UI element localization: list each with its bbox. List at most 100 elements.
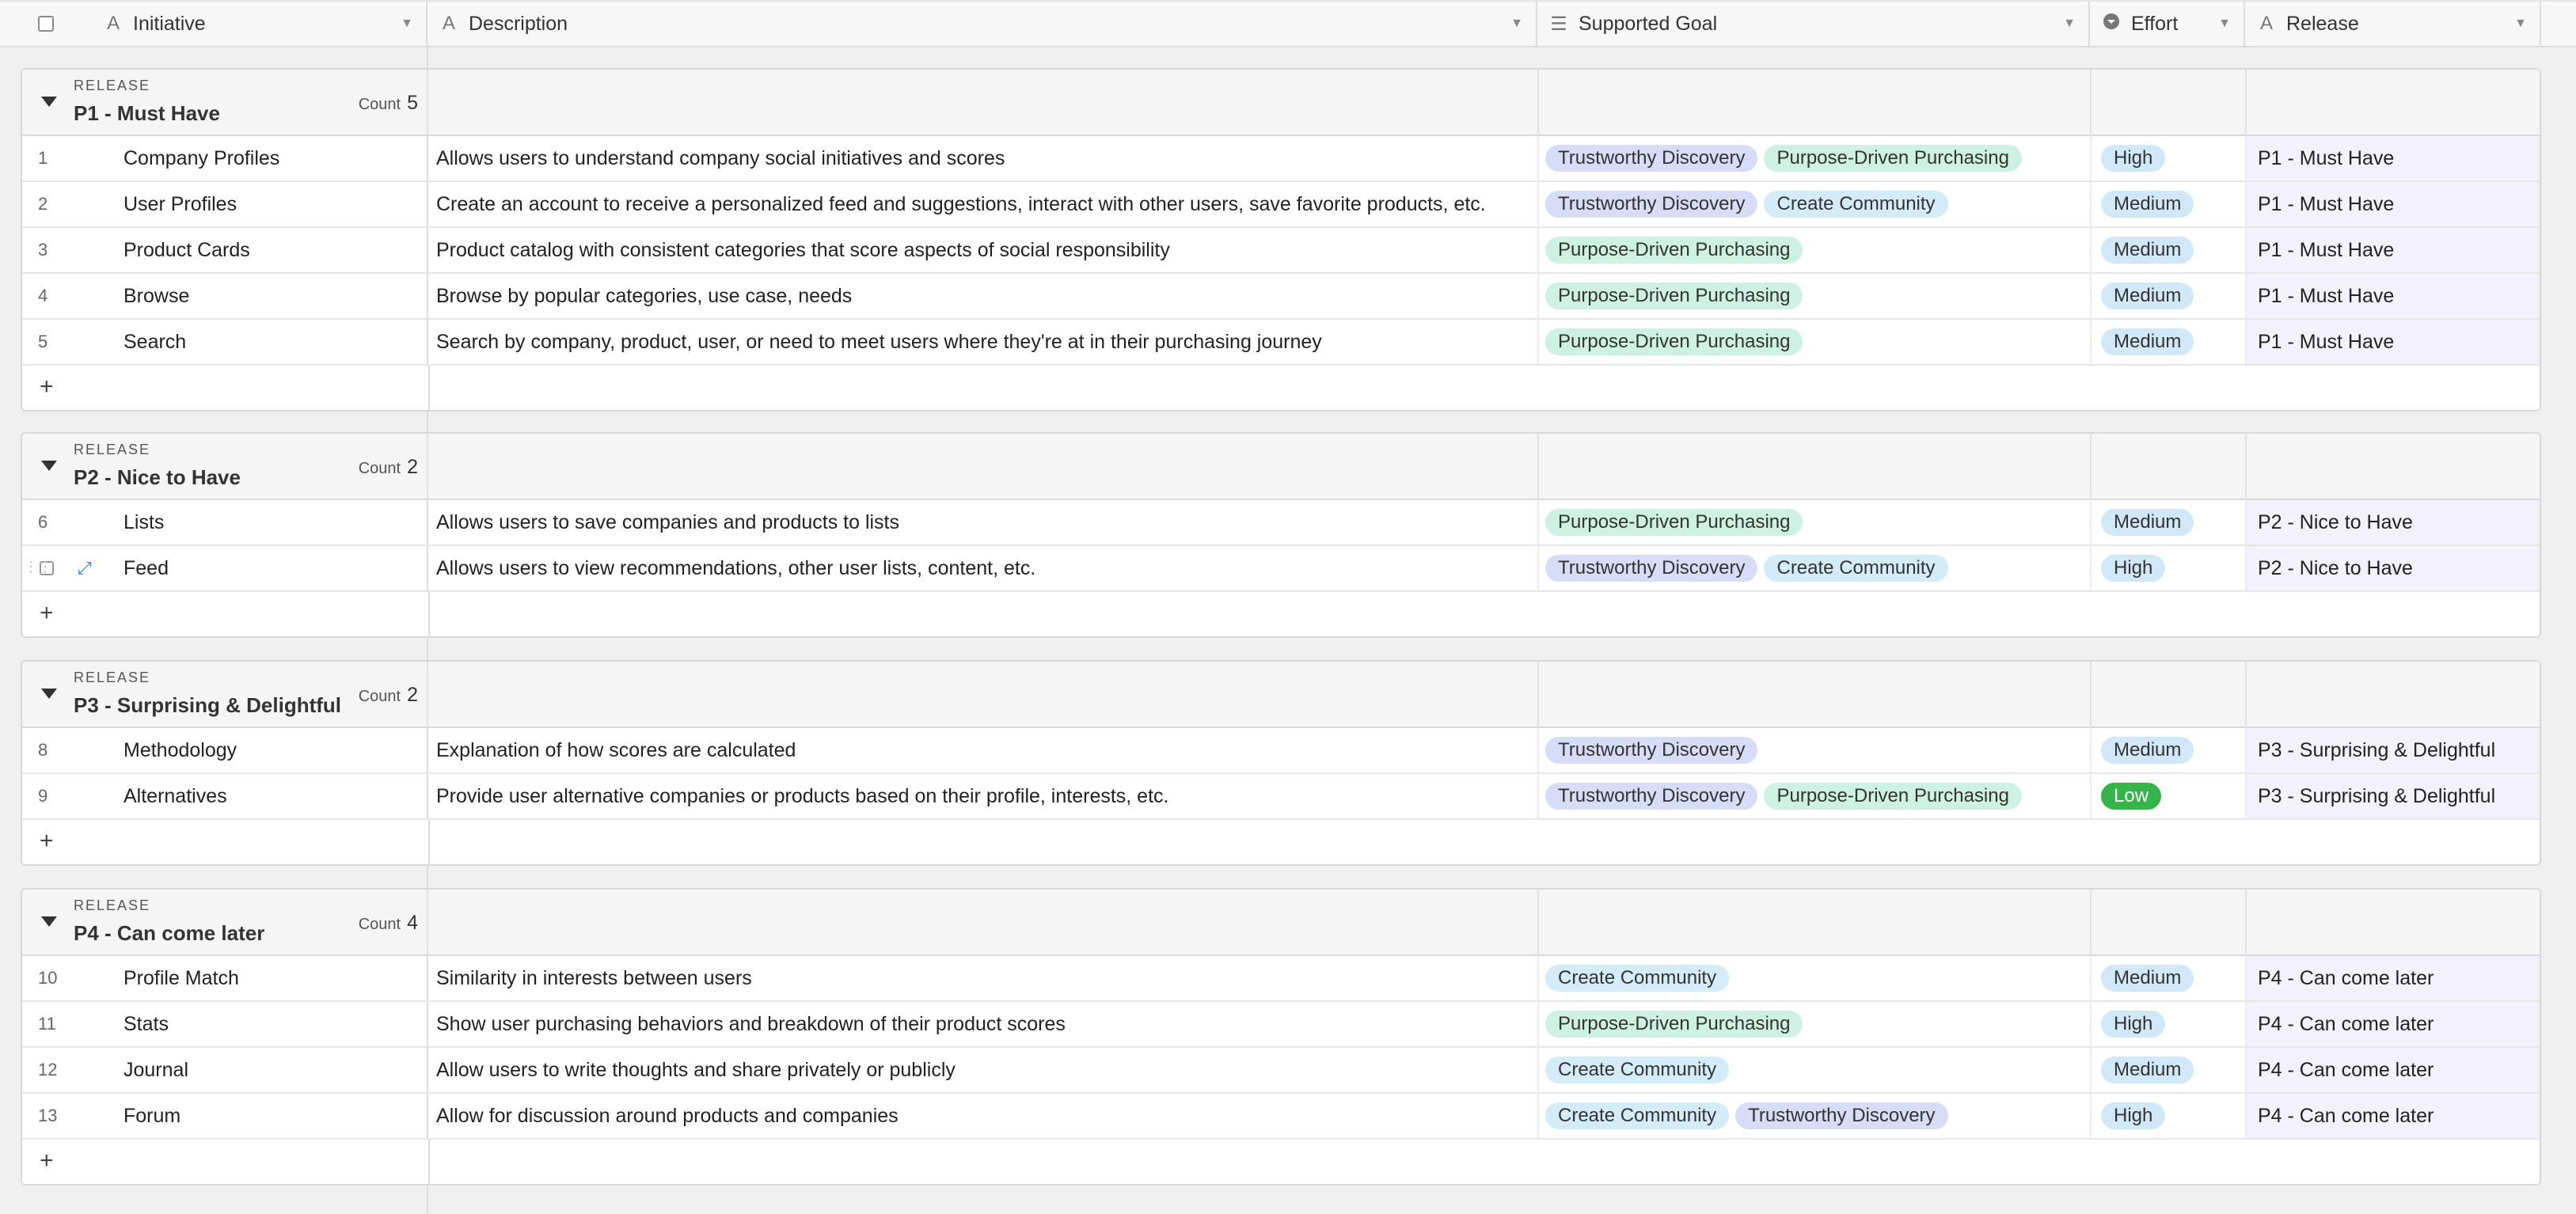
row-number-cell[interactable]: 10	[22, 956, 92, 1000]
table-row[interactable]: 1 Company Profiles Allows users to underst…	[22, 136, 2540, 182]
row-number-cell[interactable]: 2	[22, 182, 92, 226]
effort-cell[interactable]: Medium	[2092, 1048, 2247, 1092]
row-number-cell[interactable]: 5	[22, 320, 92, 364]
release-cell[interactable]: P4 - Can come later	[2247, 956, 2540, 1000]
select-all-checkbox[interactable]	[38, 16, 54, 32]
initiative-cell[interactable]: Stats	[92, 1002, 428, 1046]
select-all-cell[interactable]	[0, 2, 92, 46]
table-row[interactable]: 10 Profile Match Similarity in interests b…	[22, 956, 2540, 1002]
chevron-down-icon[interactable]: ▼	[401, 17, 413, 31]
description-cell[interactable]: Browse by popular categories, use case, …	[428, 274, 1539, 318]
description-cell[interactable]: Allow for discussion around products and…	[428, 1094, 1539, 1138]
add-record-button[interactable]: +	[40, 1148, 54, 1174]
initiative-cell[interactable]: Journal	[92, 1048, 428, 1092]
row-number-cell[interactable]: 1	[22, 136, 92, 180]
release-cell[interactable]: P2 - Nice to Have	[2247, 500, 2540, 544]
effort-cell[interactable]: Low	[2092, 774, 2247, 818]
release-cell[interactable]: P3 - Surprising & Delightful	[2247, 728, 2540, 772]
collapse-triangle-icon[interactable]	[41, 689, 57, 699]
supported-goal-cell[interactable]: Purpose-Driven Purchasing	[1539, 500, 2092, 544]
table-row[interactable]: 8 Methodology Explanation of how scores ar…	[22, 728, 2540, 774]
release-cell[interactable]: P1 - Must Have	[2247, 228, 2540, 272]
effort-cell[interactable]: Medium	[2092, 182, 2247, 226]
column-header-release[interactable]: A Release ▼	[2245, 2, 2541, 46]
description-cell[interactable]: Allows users to understand company socia…	[428, 136, 1539, 180]
supported-goal-cell[interactable]: Trustworthy Discovery Purpose-Driven Purc…	[1539, 136, 2092, 180]
table-row[interactable]: 13 Forum Allow for discussion around produ…	[22, 1094, 2540, 1140]
description-cell[interactable]: Search by company, product, user, or nee…	[428, 320, 1539, 364]
add-record-button[interactable]: +	[40, 600, 54, 627]
supported-goal-cell[interactable]: Trustworthy Discovery Create Community	[1539, 182, 2092, 226]
description-cell[interactable]: Allow users to write thoughts and share …	[428, 1048, 1539, 1092]
effort-cell[interactable]: Medium	[2092, 500, 2247, 544]
initiative-cell[interactable]: Company Profiles	[92, 136, 428, 180]
row-number-cell[interactable]: 8	[22, 728, 92, 772]
initiative-cell[interactable]: Product Cards	[92, 228, 428, 272]
initiative-cell[interactable]: Methodology	[92, 728, 428, 772]
description-cell[interactable]: Create an account to receive a personali…	[428, 182, 1539, 226]
initiative-cell[interactable]: Browse	[92, 274, 428, 318]
supported-goal-cell[interactable]: Trustworthy Discovery Purpose-Driven Purc…	[1539, 774, 2092, 818]
initiative-cell[interactable]: Lists	[92, 500, 428, 544]
row-number-cell[interactable]: 11	[22, 1002, 92, 1046]
initiative-cell[interactable]: Forum	[92, 1094, 428, 1138]
table-row[interactable]: 2 User Profiles Create an account to recei…	[22, 182, 2540, 228]
add-record-row[interactable]: +	[22, 592, 2540, 636]
description-cell[interactable]: Product catalog with consistent categori…	[428, 228, 1539, 272]
add-record-row[interactable]: +	[22, 1140, 2540, 1184]
row-number-cell[interactable]: 9	[22, 774, 92, 818]
add-record-row[interactable]: +	[22, 366, 2540, 410]
column-header-supported-goal[interactable]: ☰ Supported Goal ▼	[1537, 2, 2090, 46]
description-cell[interactable]: Provide user alternative companies or pr…	[428, 774, 1539, 818]
collapse-triangle-icon[interactable]	[41, 97, 57, 107]
effort-cell[interactable]: High	[2092, 1002, 2247, 1046]
initiative-cell[interactable]: Profile Match	[92, 956, 428, 1000]
group-header[interactable]: RELEASE P1 - Must Have Count 5	[22, 70, 2540, 136]
column-header-initiative[interactable]: A Initiative ▼	[92, 2, 427, 46]
expand-record-icon[interactable]: ⤢	[78, 558, 92, 579]
effort-cell[interactable]: Medium	[2092, 274, 2247, 318]
effort-cell[interactable]: Medium	[2092, 728, 2247, 772]
group-header[interactable]: RELEASE P3 - Surprising & Delightful Count…	[22, 662, 2540, 728]
supported-goal-cell[interactable]: Trustworthy Discovery Create Community	[1539, 546, 2092, 590]
row-number-cell[interactable]: 3	[22, 228, 92, 272]
release-cell[interactable]: P4 - Can come later	[2247, 1094, 2540, 1138]
chevron-down-icon[interactable]: ▼	[2063, 17, 2076, 31]
table-row[interactable]: 6 Lists Allows users to save companies and…	[22, 500, 2540, 546]
release-cell[interactable]: P1 - Must Have	[2247, 274, 2540, 318]
group-header[interactable]: RELEASE P4 - Can come later Count 4	[22, 890, 2540, 956]
supported-goal-cell[interactable]: Trustworthy Discovery	[1539, 728, 2092, 772]
table-row[interactable]: 4 Browse Browse by popular categories, use…	[22, 274, 2540, 320]
initiative-cell[interactable]: Feed	[92, 546, 428, 590]
initiative-cell[interactable]: User Profiles	[92, 182, 428, 226]
effort-cell[interactable]: High	[2092, 546, 2247, 590]
table-row[interactable]: 11 Stats Show user purchasing behaviors an…	[22, 1002, 2540, 1048]
column-header-description[interactable]: A Description ▼	[427, 2, 1537, 46]
release-cell[interactable]: P4 - Can come later	[2247, 1002, 2540, 1046]
chevron-down-icon[interactable]: ▼	[1510, 17, 1523, 31]
supported-goal-cell[interactable]: Purpose-Driven Purchasing	[1539, 228, 2092, 272]
release-cell[interactable]: P4 - Can come later	[2247, 1048, 2540, 1092]
description-cell[interactable]: Allows users to view recommendations, ot…	[428, 546, 1539, 590]
description-cell[interactable]: Show user purchasing behaviors and break…	[428, 1002, 1539, 1046]
description-cell[interactable]: Allows users to save companies and produ…	[428, 500, 1539, 544]
row-number-cell[interactable]: 12	[22, 1048, 92, 1092]
supported-goal-cell[interactable]: Create Community	[1539, 1048, 2092, 1092]
group-header[interactable]: RELEASE P2 - Nice to Have Count 2	[22, 434, 2540, 500]
supported-goal-cell[interactable]: Purpose-Driven Purchasing	[1539, 274, 2092, 318]
effort-cell[interactable]: High	[2092, 136, 2247, 180]
release-cell[interactable]: P1 - Must Have	[2247, 136, 2540, 180]
collapse-triangle-icon[interactable]	[41, 916, 57, 927]
supported-goal-cell[interactable]: Create Community	[1539, 956, 2092, 1000]
description-cell[interactable]: Similarity in interests between users	[428, 956, 1539, 1000]
initiative-cell[interactable]: Alternatives	[92, 774, 428, 818]
release-cell[interactable]: P1 - Must Have	[2247, 182, 2540, 226]
effort-cell[interactable]: Medium	[2092, 956, 2247, 1000]
release-cell[interactable]: P3 - Surprising & Delightful	[2247, 774, 2540, 818]
description-cell[interactable]: Explanation of how scores are calculated	[428, 728, 1539, 772]
add-record-button[interactable]: +	[40, 374, 54, 400]
supported-goal-cell[interactable]: Purpose-Driven Purchasing	[1539, 320, 2092, 364]
supported-goal-cell[interactable]: Purpose-Driven Purchasing	[1539, 1002, 2092, 1046]
table-row[interactable]: ⋮⋮ ⤢ Feed Allows users to view recommendati…	[22, 546, 2540, 592]
table-row[interactable]: 3 Product Cards Product catalog with consi…	[22, 228, 2540, 274]
